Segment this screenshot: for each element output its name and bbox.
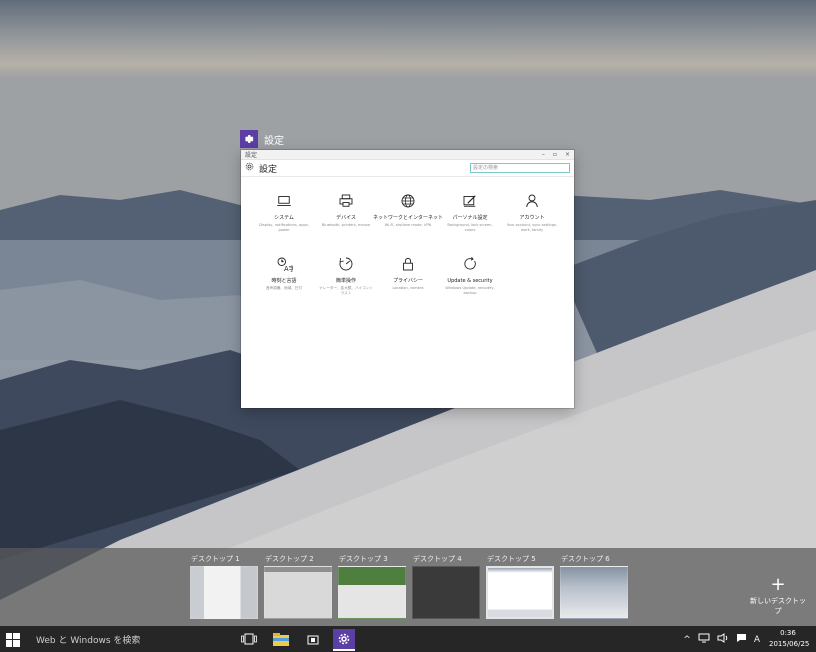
tile-name: パーソナル設定: [452, 215, 488, 221]
tile-name: 時刻と言語: [271, 278, 297, 284]
settings-gear-icon: [240, 130, 258, 148]
time-language-icon: A字: [277, 257, 293, 273]
tile-description: Bluetooth, printers, mouse: [321, 223, 371, 227]
network-icon[interactable]: [698, 633, 710, 646]
person-icon: [526, 194, 538, 208]
desktop-thumbnail[interactable]: [264, 566, 332, 619]
action-center-icon[interactable]: [736, 633, 747, 646]
settings-header: 設定 設定の検索: [241, 160, 574, 177]
task-view-button[interactable]: [238, 629, 260, 649]
printer-icon: [339, 194, 353, 207]
tile-time-language[interactable]: A字 時刻と言語 音声認識、地域、日付: [253, 255, 315, 296]
system-tray: ^ A: [683, 633, 760, 646]
tile-description: Background, lock screen, colors: [447, 223, 493, 232]
window-title: 設定: [264, 135, 284, 147]
refresh-icon: [464, 256, 476, 270]
tile-name: システム: [274, 215, 294, 221]
new-desktop-label: 新しいデスクトップ: [750, 597, 806, 615]
paintbrush-icon: [463, 195, 476, 207]
new-desktop-button[interactable]: + 新しいデスクトップ: [748, 576, 808, 616]
settings-search-input[interactable]: 設定の検索: [470, 163, 570, 173]
window-titlebar[interactable]: 設定 – ▫ ×: [241, 150, 574, 160]
page-title: 設定: [259, 164, 278, 175]
tile-name: Update & security: [447, 278, 493, 284]
virtual-desktop-4[interactable]: デスクトップ 4: [412, 554, 480, 619]
ease-of-access-icon: [339, 257, 353, 271]
tile-description: 音声認識、地域、日付: [266, 286, 302, 290]
maximize-icon[interactable]: ▫: [553, 151, 557, 158]
desktop-label: デスクトップ 4: [413, 555, 462, 563]
gear-icon: [338, 633, 350, 645]
tile-update-security[interactable]: Update & security Windows Update, recove…: [439, 255, 501, 296]
clock[interactable]: 0:36 2015/06/25: [769, 628, 810, 650]
desktop-label: デスクトップ 2: [265, 555, 314, 563]
close-icon[interactable]: ×: [565, 151, 570, 158]
start-button[interactable]: [6, 632, 22, 647]
virtual-desktop-1[interactable]: デスクトップ 1: [190, 554, 258, 619]
tile-description: Location, camera: [392, 286, 424, 290]
tile-network[interactable]: ネットワークとインターネット Wi-Fi, airplane mode, VPN: [373, 192, 443, 233]
clock-date: 2015/06/25: [769, 640, 810, 648]
windows-logo-icon: [6, 633, 20, 647]
tile-personalization[interactable]: パーソナル設定 Background, lock screen, colors: [439, 192, 501, 233]
virtual-desktops-bar: デスクトップ 1 デスクトップ 2 デスクトップ 3 デスクトップ 4 デスクト…: [0, 548, 816, 626]
gear-icon: [245, 162, 254, 174]
ime-indicator[interactable]: A: [754, 635, 760, 645]
desktop-label: デスクトップ 3: [339, 555, 388, 563]
tile-description: Your account, sync settings, work, famil…: [506, 223, 558, 232]
settings-taskbar-button[interactable]: [333, 629, 355, 651]
virtual-desktop-3[interactable]: デスクトップ 3: [338, 554, 406, 619]
tile-description: Wi-Fi, airplane mode, VPN: [384, 223, 432, 227]
titlebar-label: 設定: [245, 152, 258, 159]
laptop-icon: [277, 196, 291, 206]
folder-icon: [273, 632, 289, 646]
desktop-label: デスクトップ 1: [191, 555, 240, 563]
virtual-desktop-6[interactable]: デスクトップ 6: [560, 554, 628, 619]
svg-text:A字: A字: [284, 264, 293, 273]
tile-devices[interactable]: デバイス Bluetooth, printers, mouse: [315, 192, 377, 233]
desktop-thumbnail[interactable]: [412, 566, 480, 619]
window-title-badge[interactable]: 設定: [240, 130, 284, 148]
task-view-icon: [241, 633, 257, 645]
tile-name: プライバシー: [393, 278, 423, 284]
desktop-label: デスクトップ 5: [487, 555, 536, 563]
tile-accounts[interactable]: アカウント Your account, sync settings, work,…: [501, 192, 563, 233]
tile-description: Display, notifications, apps, power: [259, 223, 309, 232]
settings-window[interactable]: 設定 – ▫ × 設定 設定の検索 システム Display, notifica…: [241, 150, 574, 408]
tile-name: デバイス: [336, 215, 356, 221]
desktop-thumbnail[interactable]: [560, 566, 628, 619]
volume-icon[interactable]: [717, 633, 729, 646]
plus-icon: +: [770, 574, 786, 595]
globe-icon: [401, 194, 415, 208]
taskbar: Web と Windows を検索 ^ A 0:36 2015/06/25: [0, 626, 816, 652]
tile-name: ネットワークとインターネット: [373, 215, 444, 221]
desktop-label: デスクトップ 6: [561, 555, 610, 563]
tile-description: Windows Update, recovery, backup: [445, 286, 495, 295]
minimize-icon[interactable]: –: [542, 151, 545, 158]
clock-time: 0:36: [780, 629, 796, 637]
tile-description: ナレーター、拡大鏡、ハイコントラスト: [319, 286, 373, 295]
settings-category-grid: システム Display, notifications, apps, power…: [253, 192, 563, 296]
desktop-thumbnail[interactable]: [486, 566, 554, 619]
taskbar-search[interactable]: Web と Windows を検索: [36, 633, 140, 646]
store-button[interactable]: [302, 629, 324, 649]
desktop-thumbnail[interactable]: [190, 566, 258, 619]
tile-system[interactable]: システム Display, notifications, apps, power: [253, 192, 315, 233]
lock-icon: [403, 257, 413, 271]
tile-name: 簡単操作: [335, 278, 356, 284]
desktop-thumbnail[interactable]: [338, 566, 406, 619]
tile-ease-of-access[interactable]: 簡単操作 ナレーター、拡大鏡、ハイコントラスト: [315, 255, 377, 296]
virtual-desktop-2[interactable]: デスクトップ 2: [264, 554, 332, 619]
file-explorer-button[interactable]: [270, 629, 292, 649]
virtual-desktop-5[interactable]: デスクトップ 5: [486, 554, 554, 619]
tile-name: アカウント: [519, 215, 545, 221]
chevron-up-icon[interactable]: ^: [683, 635, 691, 645]
tile-privacy[interactable]: プライバシー Location, camera: [377, 255, 439, 296]
store-icon: [307, 635, 319, 645]
